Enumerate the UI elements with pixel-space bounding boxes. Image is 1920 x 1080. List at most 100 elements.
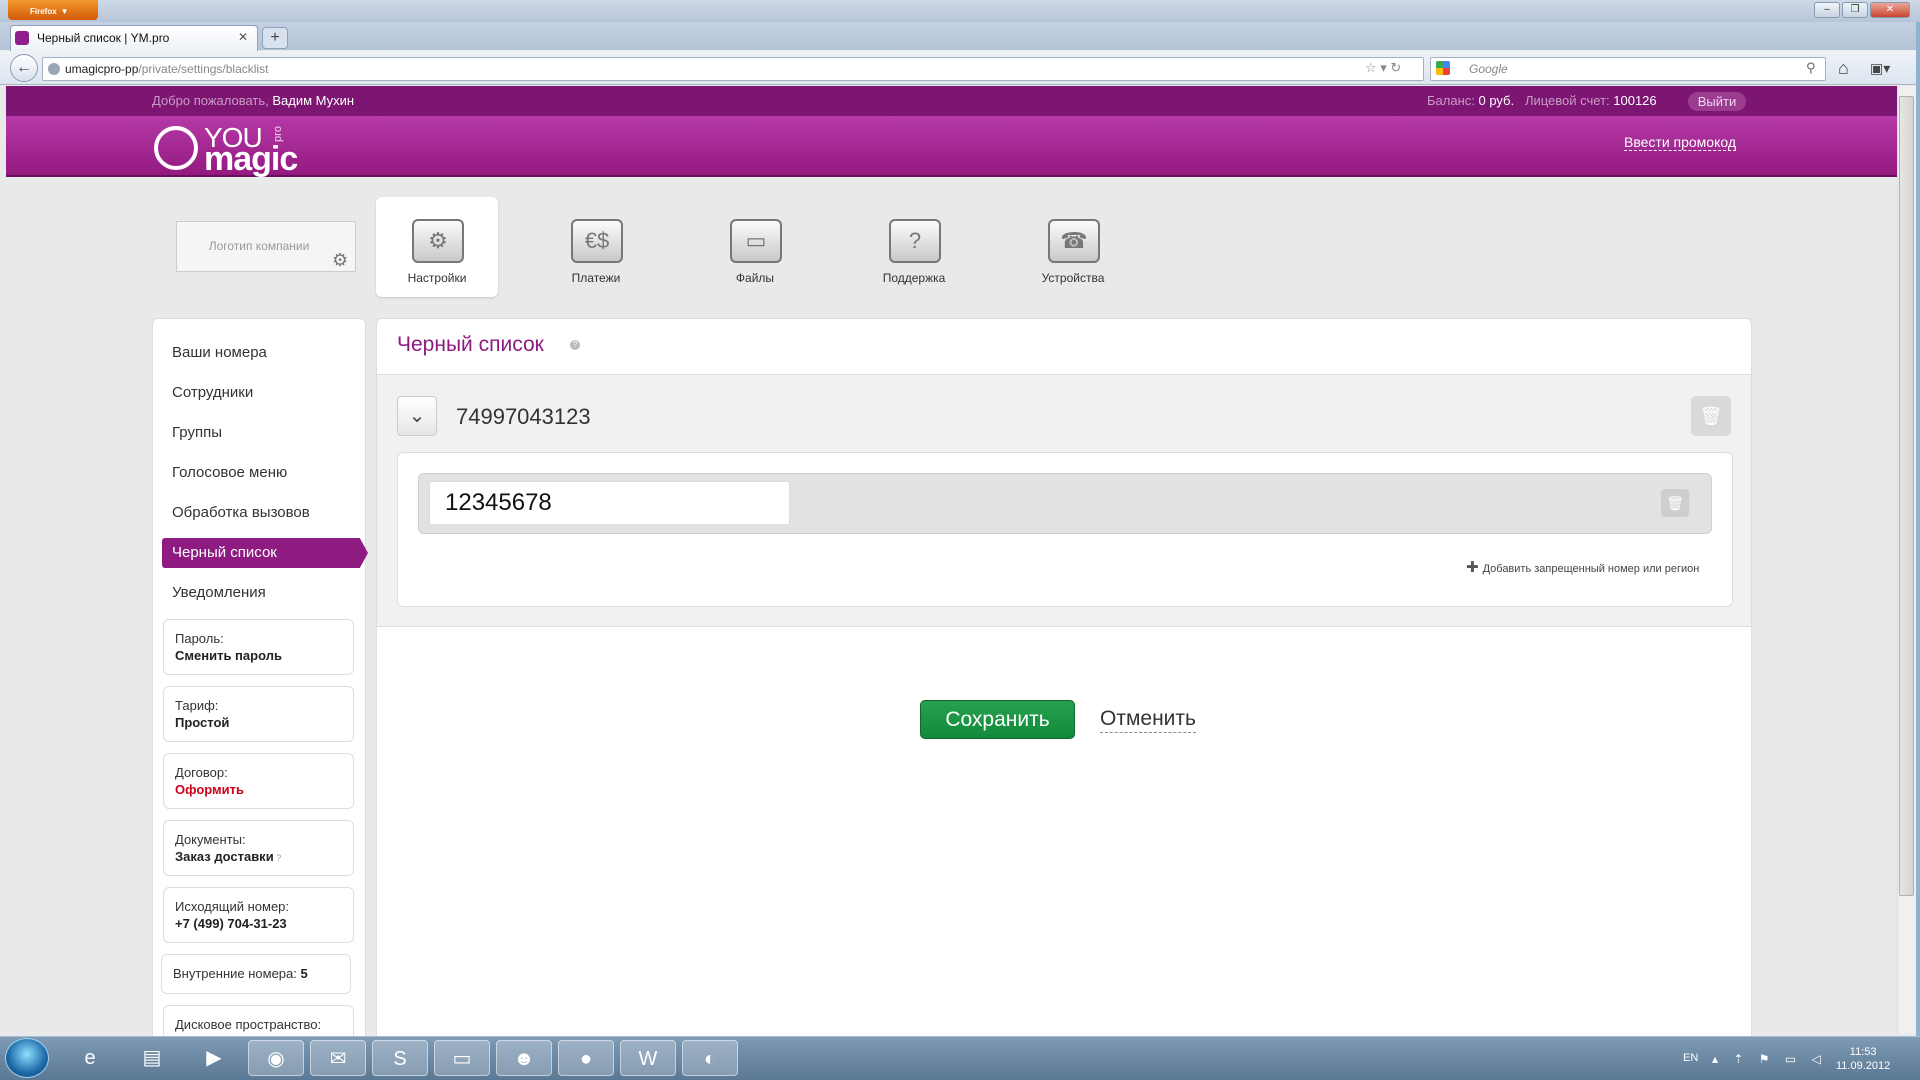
gear-icon[interactable]: ⚙: [332, 250, 348, 271]
documents-label: Документы:: [175, 832, 246, 847]
google-engine-icon[interactable]: [1436, 61, 1450, 75]
firefox-menu-label: Firefox: [30, 7, 57, 16]
add-blocked-number-label: Добавить запрещенный номер или регион: [1482, 563, 1700, 575]
contract-label: Договор:: [175, 765, 228, 780]
tab-bar: [0, 22, 1920, 50]
nav-settings[interactable]: ⚙ Настройки: [376, 197, 498, 297]
outgoing-number-value[interactable]: +7 (499) 704-31-23: [175, 915, 342, 932]
devices-icon: ☎: [1048, 219, 1100, 263]
sidebar-item-blacklist[interactable]: Черный список: [162, 538, 368, 568]
internal-numbers-label: Внутренние номера:: [173, 966, 297, 981]
phone-number: 74997043123: [456, 404, 591, 429]
bookmark-star-icon[interactable]: ☆ ▾ ↻: [1365, 60, 1401, 76]
internal-numbers-box: Внутренние номера: 5: [161, 954, 351, 994]
language-indicator[interactable]: EN: [1683, 1052, 1698, 1064]
tariff-box: Тариф: Простой: [163, 686, 354, 742]
sidebar-item-call-handling[interactable]: Обработка вызовов: [172, 504, 310, 521]
nav-label: Устройства: [1041, 271, 1105, 285]
sidebar-item-voice-menu[interactable]: Голосовое меню: [172, 464, 287, 481]
sidebar-item-notifications[interactable]: Уведомления: [172, 584, 266, 601]
tariff-label: Тариф:: [175, 698, 219, 713]
blocked-number-input[interactable]: 12345678: [429, 481, 790, 525]
clock-time: 11:53: [1849, 1046, 1877, 1058]
settings-gears-icon: ⚙: [412, 219, 464, 263]
skype-icon[interactable]: S: [372, 1040, 428, 1076]
support-icon: ?: [889, 219, 941, 263]
delete-number-trash-icon[interactable]: 🗑: [1691, 396, 1731, 436]
bookmarks-menu-icon[interactable]: ▣▾: [1870, 60, 1890, 77]
home-icon[interactable]: ⌂: [1838, 58, 1849, 79]
balance-info: Баланс: 0 руб. Лицевой счет: 100126: [1427, 86, 1657, 116]
change-password-link[interactable]: Сменить пароль: [175, 647, 342, 664]
maximize-button[interactable]: ❐: [1842, 2, 1868, 18]
logout-button[interactable]: Выйти: [1688, 92, 1746, 111]
promo-code-link[interactable]: Ввести промокод: [1624, 134, 1737, 151]
cancel-link[interactable]: Отменить: [1100, 706, 1196, 733]
search-icon[interactable]: ⚲: [1806, 60, 1816, 76]
nav-label: Файлы: [735, 271, 775, 285]
nav-payments[interactable]: €$ Платежи: [535, 197, 657, 297]
eclipse-icon[interactable]: ◐: [682, 1040, 738, 1076]
search-input[interactable]: Google: [1430, 57, 1826, 81]
help-icon[interactable]: ?: [274, 853, 281, 863]
password-box: Пароль: Сменить пароль: [163, 619, 354, 675]
disk-space-label: Дисковое пространство:: [175, 1017, 322, 1032]
firefox-menu-button[interactable]: Firefox ▼: [8, 0, 98, 20]
order-delivery-link[interactable]: Заказ доставки: [175, 849, 274, 864]
clock-date: 11.09.2012: [1836, 1060, 1891, 1072]
nav-devices[interactable]: ☎ Устройства: [1012, 197, 1134, 297]
nav-files[interactable]: ▭ Файлы: [694, 197, 816, 297]
tariff-link[interactable]: Простой: [175, 714, 342, 731]
tab-title: Черный список | YM.pro: [37, 31, 170, 45]
github-icon[interactable]: ●: [558, 1040, 614, 1076]
add-blocked-number-link[interactable]: ✚ Добавить запрещенный номер или регион: [1466, 558, 1699, 576]
browser-tab-active[interactable]: Черный список | YM.pro: [10, 25, 258, 51]
ie-icon[interactable]: e: [62, 1040, 118, 1076]
contract-link[interactable]: Оформить: [175, 781, 342, 798]
globe-icon: [48, 63, 60, 75]
tab-close-icon[interactable]: ✕: [238, 30, 248, 44]
sidebar-item-numbers[interactable]: Ваши номера: [172, 344, 267, 361]
media-player-icon[interactable]: ▶: [186, 1040, 242, 1076]
user-name: Вадим Мухин: [272, 93, 355, 108]
payments-icon: €$: [571, 219, 623, 263]
console-icon[interactable]: ▭: [434, 1040, 490, 1076]
url-path: /private/settings/blacklist: [138, 62, 269, 76]
system-tray-icons[interactable]: ▴ ⇡ ⚑ ▭ ◁: [1712, 1052, 1827, 1066]
account-label: Лицевой счет:: [1524, 93, 1614, 108]
word-icon[interactable]: W: [620, 1040, 676, 1076]
sidebar-item-employees[interactable]: Сотрудники: [172, 384, 253, 401]
balance-label: Баланс:: [1427, 93, 1479, 108]
save-button[interactable]: Сохранить: [920, 700, 1075, 739]
files-icon: ▭: [730, 219, 782, 263]
system-clock[interactable]: 11:53 11.09.2012: [1836, 1045, 1890, 1073]
alien-app-icon[interactable]: ☻: [496, 1040, 552, 1076]
close-window-button[interactable]: ✕: [1870, 2, 1910, 18]
sidebar-item-groups[interactable]: Группы: [172, 424, 222, 441]
delete-entry-trash-icon[interactable]: 🗑: [1661, 489, 1689, 517]
collapse-chevron-icon[interactable]: ⌄: [397, 396, 437, 436]
explorer-folder-icon[interactable]: ▤: [124, 1040, 180, 1076]
firefox-taskbar-icon[interactable]: ◉: [248, 1040, 304, 1076]
company-logo-placeholder[interactable]: Логотип компании: [176, 221, 356, 272]
mail-icon[interactable]: ✉: [310, 1040, 366, 1076]
url-host: umagicpro-pp: [65, 62, 139, 76]
start-button[interactable]: [5, 1038, 49, 1078]
account-value: 100126: [1613, 93, 1657, 108]
address-bar[interactable]: umagicpro-pp/private/settings/blacklist: [42, 57, 1424, 81]
help-icon[interactable]: ?: [570, 340, 580, 350]
nav-support[interactable]: ? Поддержка: [853, 197, 975, 297]
desktop-edge: [1916, 22, 1920, 1036]
outgoing-number-box: Исходящий номер: +7 (499) 704-31-23: [163, 887, 354, 943]
nav-label: Поддержка: [882, 271, 946, 285]
documents-box: Документы: Заказ доставки ?: [163, 820, 354, 876]
site-favicon-icon: [15, 31, 29, 45]
youmagic-logo[interactable]: YOU magic pro: [152, 122, 302, 178]
new-tab-button[interactable]: +: [262, 27, 288, 49]
balance-value: 0 руб.: [1478, 93, 1515, 108]
back-arrow-icon[interactable]: ←: [10, 54, 38, 82]
window-titlebar: [0, 0, 1920, 22]
minimize-button[interactable]: –: [1814, 2, 1840, 18]
scrollbar-thumb[interactable]: [1899, 96, 1914, 896]
logo-magic: magic: [204, 140, 298, 178]
